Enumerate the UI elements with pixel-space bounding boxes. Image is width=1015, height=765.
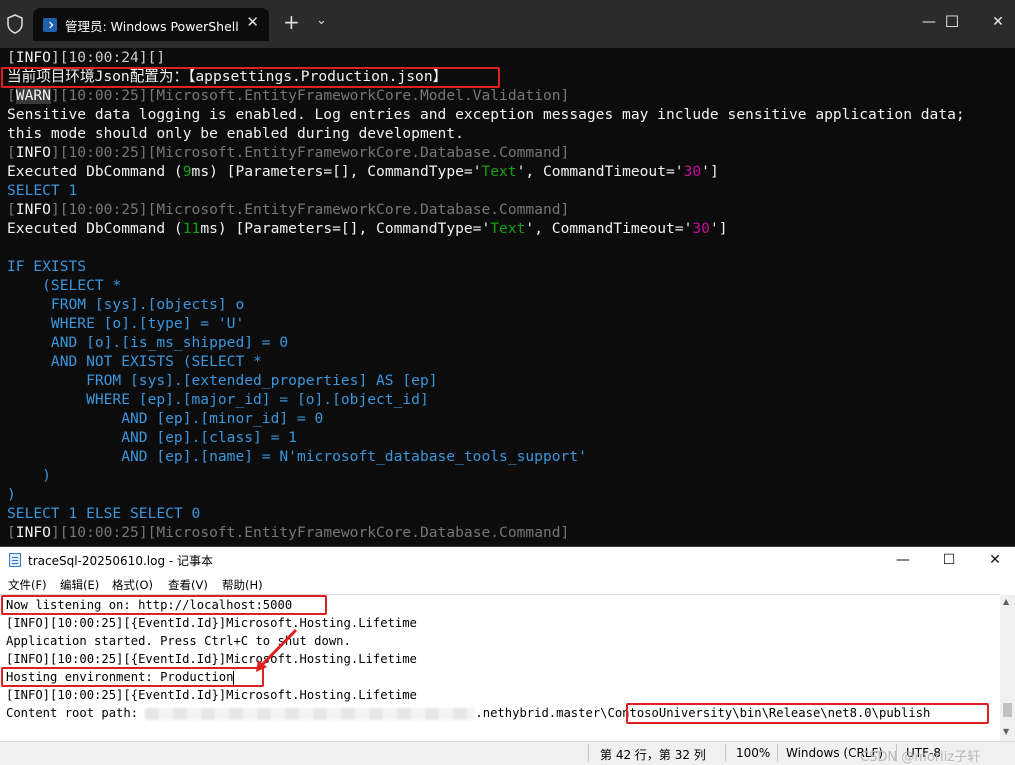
maximize-button[interactable]: ☐ [929,10,975,34]
tab-powershell[interactable]: 管理员: Windows PowerShell ✕ [33,8,269,41]
console-output[interactable]: [INFO][10:00:24][] 当前项目环境Json配置为：【appset… [0,48,1015,546]
notepad-title: traceSql-20250610.log - 记事本 [28,554,214,568]
menu-help[interactable]: 帮助(H) [222,577,263,593]
console-line: [INFO][10:00:24][] [7,49,166,66]
zoom-level: 100% [736,746,771,760]
maximize-button[interactable]: ☐ [926,549,972,571]
console-line: [INFO][10:00:25][Microsoft.EntityFramewo… [7,524,570,541]
powershell-titlebar: 管理员: Windows PowerShell ✕ + ⌄ — ☐ ✕ [0,0,1015,48]
cursor-position: 第 42 行，第 32 列 [600,748,706,762]
scroll-thumb[interactable] [1003,703,1012,717]
console-line: Sensitive data logging is enabled. Log e… [7,106,965,123]
tab-close-icon[interactable]: ✕ [246,13,259,31]
console-line-sql: (SELECT * [7,277,122,294]
close-button[interactable]: ✕ [975,10,1015,34]
console-line-sql: AND [ep].[class] = 1 [7,429,297,446]
tab-title: 管理员: Windows PowerShell [65,19,239,34]
console-line-sql: IF EXISTS [7,258,87,275]
console-line-sql: SELECT 1 [7,182,78,199]
minimize-button[interactable]: — [880,549,926,571]
status-divider [777,744,778,762]
console-line-sql: FROM [sys].[objects] o [7,296,245,313]
menu-edit[interactable]: 编辑(E) [60,577,99,593]
log-line: [INFO][10:00:25][{EventId.Id}]Microsoft.… [6,688,417,702]
watermark: CSDN @morliz子轩 [860,750,981,765]
console-line: [INFO][10:00:25][Microsoft.EntityFramewo… [7,201,570,218]
console-line: [WARN][10:00:25][Microsoft.EntityFramewo… [7,87,570,104]
scroll-down-icon[interactable]: ▼ [1003,727,1009,736]
highlight-box-env-config [1,67,500,88]
log-line: Application started. Press Ctrl+C to shu… [6,634,351,648]
console-line-sql: AND [ep].[name] = N'microsoft_database_t… [7,448,587,465]
status-divider [725,744,726,762]
text-editor[interactable]: Now listening on: http://localhost:5000 … [0,594,1000,742]
highlight-box-listening [1,595,327,615]
console-line: Executed DbCommand (11ms) [Parameters=[]… [7,220,728,237]
powershell-icon [43,18,57,32]
chevron-down-icon[interactable]: ⌄ [316,13,327,28]
menubar: 文件(F) 编辑(E) 格式(O) 查看(V) 帮助(H) [0,574,1015,594]
console-line-sql: ) [7,486,16,503]
shield-icon [7,14,23,34]
close-button[interactable]: ✕ [972,549,1015,571]
notepad-titlebar: traceSql-20250610.log - 记事本 — ☐ ✕ [0,547,1015,574]
menu-file[interactable]: 文件(F) [8,577,47,593]
console-line-sql: WHERE [ep].[major_id] = [o].[object_id] [7,391,429,408]
menu-format[interactable]: 格式(O) [112,577,153,593]
notepad-icon [9,553,21,567]
highlight-box-hosting-env [1,667,264,687]
console-line-sql: AND [ep].[minor_id] = 0 [7,410,324,427]
console-line-sql: SELECT 1 ELSE SELECT 0 [7,505,201,522]
console-line-sql: WHERE [o].[type] = 'U' [7,315,245,332]
console-line-sql: FROM [sys].[extended_properties] AS [ep] [7,372,438,389]
menu-view[interactable]: 查看(V) [168,577,208,593]
highlight-box-content-root [626,703,989,724]
powershell-window: 管理员: Windows PowerShell ✕ + ⌄ — ☐ ✕ [INF… [0,0,1015,546]
console-line-sql: ) [7,467,51,484]
console-line: this mode should only be enabled during … [7,125,464,142]
console-line-sql: AND [o].[is_ms_shipped] = 0 [7,334,289,351]
console-line: Executed DbCommand (9ms) [Parameters=[],… [7,163,719,180]
notepad-window: traceSql-20250610.log - 记事本 — ☐ ✕ 文件(F) … [0,546,1015,765]
redacted-path [145,707,476,720]
console-line: [INFO][10:00:25][Microsoft.EntityFramewo… [7,144,570,161]
scroll-up-icon[interactable]: ▲ [1003,597,1009,606]
log-line: [INFO][10:00:25][{EventId.Id}]Microsoft.… [6,616,417,630]
status-bar: 第 42 行，第 32 列 100% Windows (CRLF) UTF-8 … [0,741,1015,765]
log-line: [INFO][10:00:25][{EventId.Id}]Microsoft.… [6,652,417,666]
status-divider [588,744,589,762]
vertical-scrollbar[interactable]: ▲ ▼ [1000,595,1015,741]
console-line-sql: AND NOT EXISTS (SELECT * [7,353,262,370]
new-tab-button[interactable]: + [283,12,300,32]
